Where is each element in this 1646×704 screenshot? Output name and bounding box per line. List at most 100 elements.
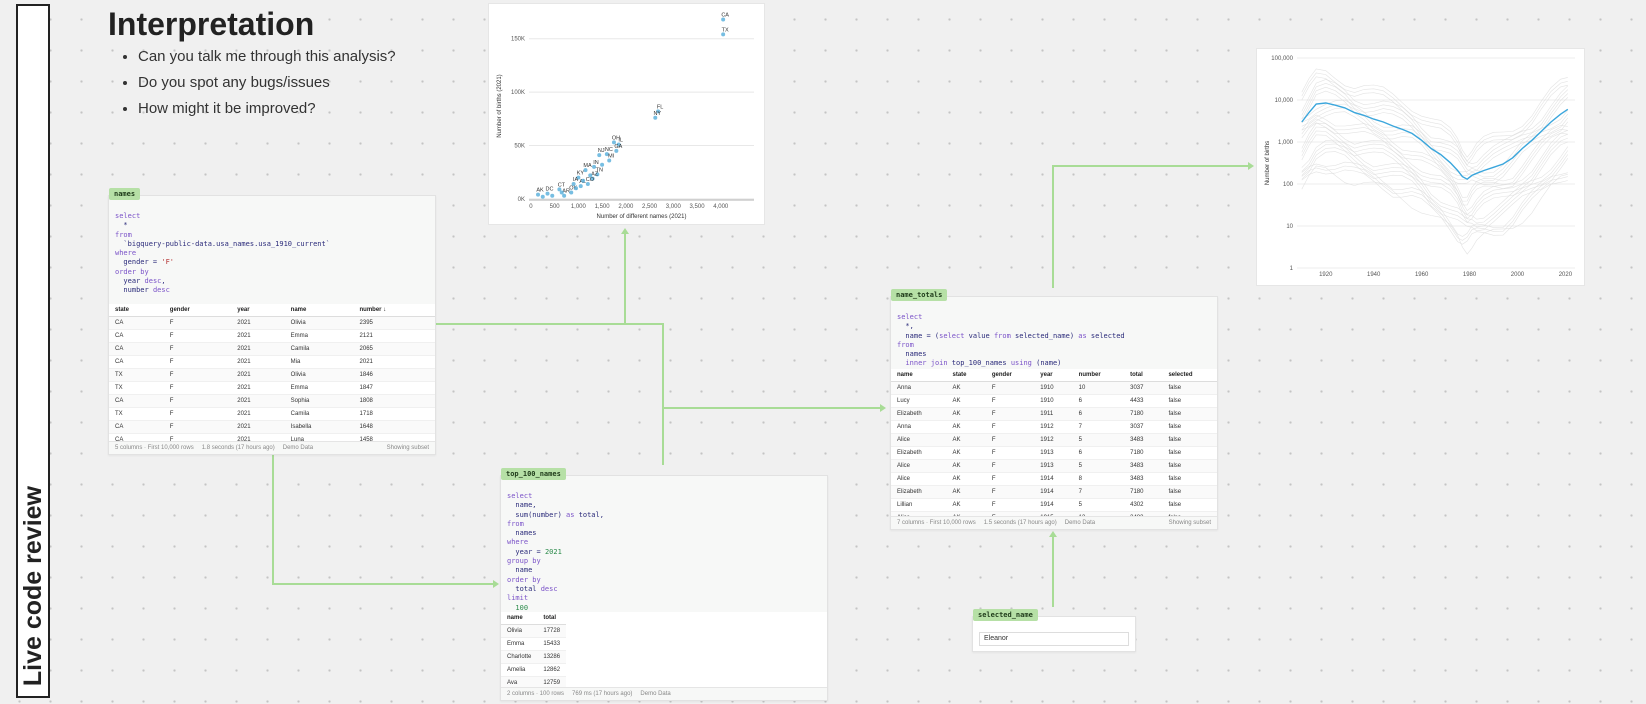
result-table-wrap: state gender year name number ↓ CA F 2021 Olivia…: [109, 304, 435, 442]
table-cell: 1914: [1034, 472, 1073, 486]
sql-editor[interactable]: select *, name = (select value from sele…: [891, 297, 1217, 373]
background-series-line: [1301, 114, 1568, 198]
y-tick-label: 1,000: [1278, 140, 1294, 146]
column-header[interactable]: total: [537, 612, 567, 625]
table-cell: 6: [1072, 394, 1125, 408]
column-header[interactable]: number: [1072, 369, 1125, 382]
showing-subset: Showing subset: [1168, 520, 1211, 526]
code-token: order by: [115, 267, 149, 276]
table-cell: Camila: [284, 342, 354, 356]
table-cell: 1910: [1034, 394, 1073, 408]
connector-names-to-top: [272, 453, 493, 585]
code-token: number: [115, 286, 153, 295]
code-token: from: [993, 331, 1011, 340]
table-row: Elizabeth AK F 1913 6 7180 false: [891, 446, 1217, 460]
code-token: from: [507, 519, 524, 528]
background-series-line: [1301, 76, 1568, 166]
table-row: Lucy AK F 1910 6 4433 false: [891, 394, 1217, 408]
column-header[interactable]: year: [231, 304, 285, 317]
x-tick-label: 3,500: [690, 204, 706, 210]
column-header[interactable]: total: [1124, 369, 1163, 382]
table-row: Elizabeth AK F 1914 7 7180 false: [891, 485, 1217, 499]
code-token: *: [115, 221, 128, 230]
table-cell: Anna: [891, 381, 947, 395]
table-cell: Alice: [891, 459, 947, 473]
cell-footer: 2 columns · 100 rows 769 ms (17 hours ag…: [501, 687, 827, 700]
table-cell: Lillian: [891, 498, 947, 512]
showing-subset: Showing subset: [386, 445, 429, 451]
table-cell: Alice: [891, 472, 947, 486]
code-token: total: [507, 584, 541, 593]
table-row: TX F 2021 Olivia 1846: [109, 368, 435, 382]
table-cell: 2021: [353, 355, 435, 369]
x-tick-label: 4,000: [713, 204, 729, 210]
table-row: Charlotte 13286: [501, 650, 567, 664]
table-cell: false: [1162, 381, 1217, 395]
point-label: CO: [586, 177, 595, 183]
cell-tag: selected_name: [973, 609, 1038, 621]
table-cell: false: [1162, 472, 1217, 486]
column-header[interactable]: state: [109, 304, 164, 317]
table-cell: F: [163, 316, 232, 330]
column-header[interactable]: state: [946, 369, 986, 382]
selected-name-input[interactable]: Eleanor: [979, 632, 1129, 646]
table-row: CA F 2021 Olivia 2395: [109, 316, 435, 330]
table-cell: AK: [946, 472, 986, 486]
table-cell: 1912: [1034, 420, 1073, 434]
code-token: select: [897, 313, 923, 321]
table-cell: 1847: [353, 381, 435, 395]
table-cell: F: [163, 420, 232, 434]
table-row: TX F 2021 Camila 1718: [109, 407, 435, 421]
table-row: CA F 2021 Isabella 1648: [109, 420, 435, 434]
table-cell: 4302: [1124, 498, 1163, 512]
scatter-point: [540, 194, 545, 199]
column-header[interactable]: year: [1034, 369, 1073, 382]
column-header[interactable]: name: [284, 304, 354, 317]
x-tick-label: 2,000: [618, 204, 634, 210]
code-token: ,: [161, 277, 166, 286]
column-header[interactable]: gender: [985, 369, 1035, 382]
column-header[interactable]: name: [501, 612, 538, 625]
sql-cell-name-totals[interactable]: name_totals select *, name = (select val…: [890, 289, 1218, 530]
code-token: total,: [574, 510, 604, 519]
table-row: Anna AK F 1910 10 3037 false: [891, 381, 1217, 395]
data-source: Demo Data: [1064, 520, 1096, 526]
code-token: order by: [507, 575, 541, 584]
sql-cell-top-100-names[interactable]: top_100_names select name, sum(number) a…: [500, 468, 828, 701]
x-tick-label: 1,500: [595, 204, 611, 210]
column-header[interactable]: gender: [163, 304, 232, 317]
code-token: 2021: [544, 547, 562, 556]
point-label: OH: [612, 135, 620, 141]
input-cell-selected-name[interactable]: selected_name Eleanor: [972, 609, 1136, 652]
cell-tag: name_totals: [891, 289, 948, 301]
table-cell: 7: [1072, 420, 1125, 434]
table-row: Elizabeth AK F 1911 6 7180 false: [891, 407, 1217, 421]
table-cell: AK: [946, 407, 986, 421]
column-header[interactable]: number ↓: [353, 304, 435, 317]
table-cell: CA: [109, 420, 164, 434]
table-cell: 1911: [1034, 407, 1073, 421]
table-cell: AK: [946, 420, 986, 434]
table-cell: AK: [946, 433, 986, 447]
table-cell: F: [163, 329, 232, 343]
point-label: IN: [593, 160, 599, 166]
point-label: KY: [577, 171, 585, 177]
table-cell: F: [985, 472, 1035, 486]
table-cell: Alice: [891, 433, 947, 447]
cell-tag: top_100_names: [501, 468, 566, 480]
sql-editor[interactable]: select * from `bigquery-public-data.usa_…: [109, 196, 435, 300]
point-label: DC: [546, 187, 554, 193]
table-cell: 2065: [353, 342, 435, 356]
column-header[interactable]: name: [891, 369, 947, 382]
background-series-line: [1301, 139, 1569, 220]
table-cell: CA: [109, 342, 164, 356]
sql-editor[interactable]: select name, sum(number) as total, from …: [501, 476, 827, 617]
table-cell: 1914: [1034, 485, 1073, 499]
point-label: NC: [605, 147, 613, 153]
x-tick-label: 1980: [1463, 272, 1477, 278]
sql-cell-names[interactable]: names select * from `bigquery-public-dat…: [108, 188, 436, 455]
code-token: group by: [507, 557, 541, 566]
table-cell: F: [163, 381, 232, 395]
y-tick-label: 10: [1286, 224, 1293, 230]
column-header[interactable]: selected: [1162, 369, 1217, 382]
